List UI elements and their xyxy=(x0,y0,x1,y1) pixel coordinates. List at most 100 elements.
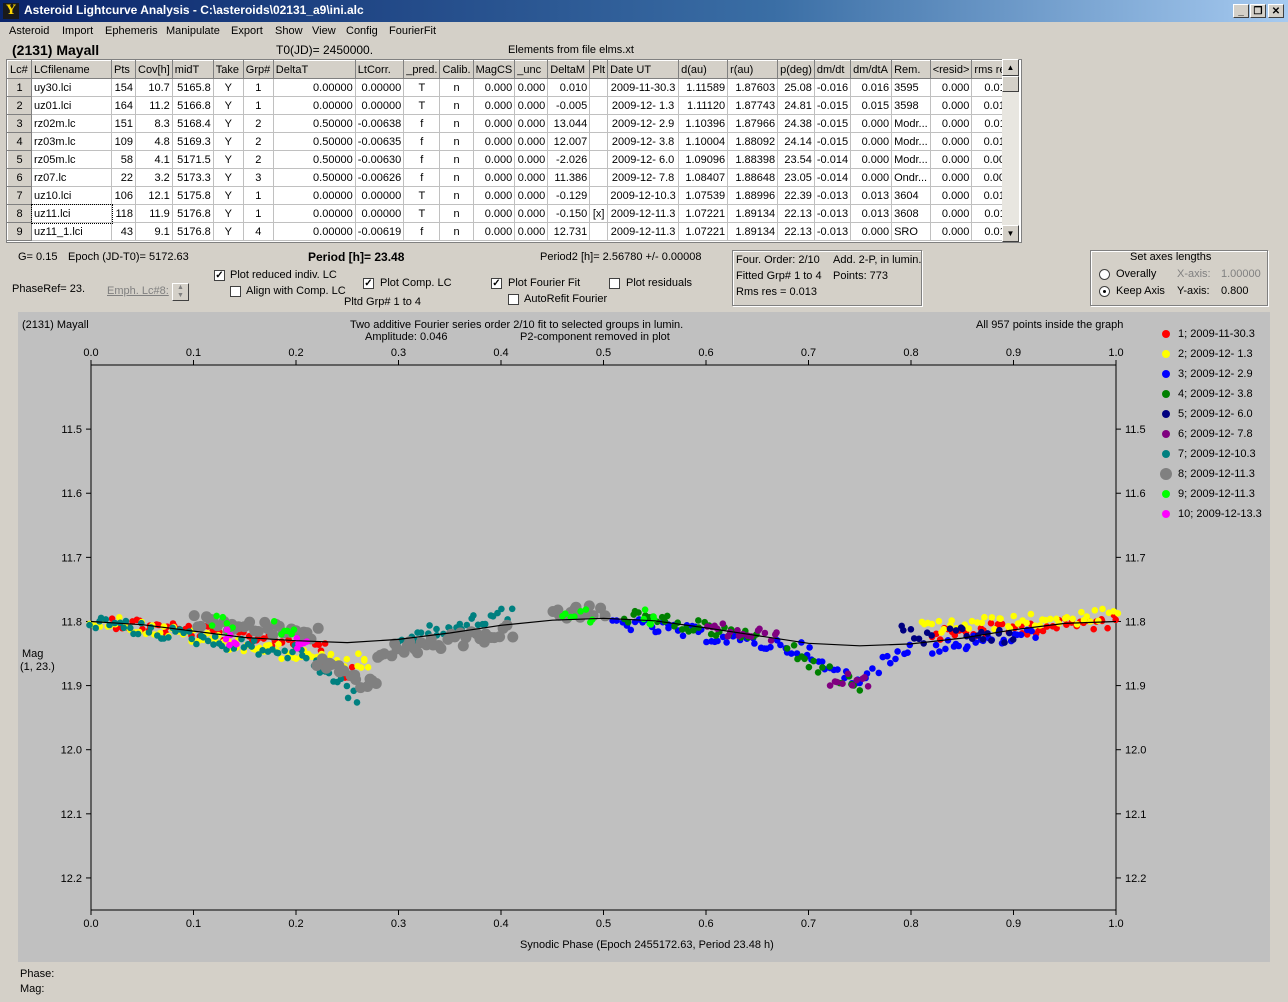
table-cell[interactable]: 0.000 xyxy=(473,96,516,115)
table-cell[interactable]: 5173.3 xyxy=(172,168,214,187)
table-cell[interactable]: 2 xyxy=(243,132,274,151)
table-cell[interactable] xyxy=(589,168,609,187)
table-cell[interactable]: 2009-12-11.3 xyxy=(607,222,680,241)
table-cell[interactable]: 10.7 xyxy=(135,78,173,97)
row-number[interactable]: 7 xyxy=(7,186,32,205)
table-cell[interactable]: -0.014 xyxy=(814,150,852,169)
table-cell[interactable]: f xyxy=(403,168,441,187)
table-cell[interactable]: SRO xyxy=(891,222,931,241)
table-cell[interactable]: n xyxy=(439,132,474,151)
table-cell[interactable]: -0.015 xyxy=(814,114,852,133)
table-cell[interactable]: T xyxy=(403,78,441,97)
table-cell[interactable]: Y xyxy=(213,132,244,151)
menu-ephemeris[interactable]: Ephemeris xyxy=(105,25,158,37)
table-row[interactable]: 9 uz11_1.lci 43 9.1 5176.8 Y 4 0.00000 -0.00619 f… xyxy=(7,222,1015,241)
table-cell[interactable]: 1.87966 xyxy=(727,114,779,133)
keep-axis-radio[interactable] xyxy=(1099,286,1110,297)
table-cell[interactable]: 23.54 xyxy=(777,150,815,169)
column-header[interactable]: LtCorr. xyxy=(354,60,405,79)
table-cell[interactable]: 1.88648 xyxy=(727,168,779,187)
table-cell[interactable]: 0.000 xyxy=(514,132,549,151)
table-cell[interactable]: 0.000 xyxy=(930,222,973,241)
table-cell[interactable]: 0.00000 xyxy=(355,78,405,97)
table-row[interactable]: 1 uy30.lci 154 10.7 5165.8 Y 1 0.00000 0.00000 Tn… xyxy=(7,78,1015,97)
table-cell[interactable]: 1.89134 xyxy=(727,222,779,241)
column-header[interactable]: Lc# xyxy=(7,60,32,79)
table-cell[interactable]: n xyxy=(439,204,474,223)
table-cell[interactable]: Modr... xyxy=(891,150,931,169)
table-cell[interactable]: n xyxy=(439,222,474,241)
column-header[interactable]: p(deg) xyxy=(777,60,815,79)
column-header[interactable]: d(au) xyxy=(678,60,729,79)
table-cell[interactable]: 0.00000 xyxy=(273,78,356,97)
table-cell[interactable]: 1.10396 xyxy=(678,114,729,133)
table-cell[interactable]: 1.08407 xyxy=(678,168,729,187)
table-cell[interactable]: 5171.5 xyxy=(172,150,214,169)
table-cell[interactable]: [x] xyxy=(589,204,609,223)
table-cell[interactable]: 1 xyxy=(243,96,274,115)
overally-radio[interactable] xyxy=(1099,269,1110,280)
table-cell[interactable]: 1.87603 xyxy=(727,78,779,97)
table-cell[interactable]: f xyxy=(403,132,441,151)
column-header[interactable]: Calib. xyxy=(439,60,474,79)
table-cell[interactable]: 0.00000 xyxy=(355,204,405,223)
column-header[interactable]: midT xyxy=(171,60,214,79)
column-header[interactable]: dm/dtA xyxy=(850,60,893,79)
table-cell[interactable]: Y xyxy=(213,204,244,223)
table-cell[interactable]: 151 xyxy=(111,114,136,133)
table-cell[interactable]: 0.000 xyxy=(473,204,516,223)
column-header[interactable]: Take xyxy=(212,60,244,79)
table-cell[interactable]: 0.50000 xyxy=(273,168,356,187)
table-cell[interactable]: 0.000 xyxy=(514,168,549,187)
table-cell[interactable]: n xyxy=(439,114,474,133)
row-number[interactable]: 6 xyxy=(7,168,32,187)
table-cell[interactable]: T xyxy=(403,186,441,205)
table-cell[interactable]: 0.000 xyxy=(514,150,549,169)
table-cell[interactable]: 0.000 xyxy=(514,78,549,97)
table-cell[interactable]: rz02m.lc xyxy=(31,114,112,133)
table-cell[interactable]: 22.13 xyxy=(777,204,815,223)
table-cell[interactable]: 2 xyxy=(243,114,274,133)
table-cell[interactable]: 4.8 xyxy=(135,132,173,151)
table-cell[interactable]: 8.3 xyxy=(135,114,173,133)
table-cell[interactable]: -0.00626 xyxy=(355,168,405,187)
menu-config[interactable]: Config xyxy=(346,25,378,37)
row-number[interactable]: 5 xyxy=(7,150,32,169)
table-cell[interactable]: 0.000 xyxy=(850,132,893,151)
table-cell[interactable] xyxy=(589,114,609,133)
table-scrollbar[interactable]: ▲ ▼ xyxy=(1002,59,1019,242)
table-cell[interactable]: 2009-12- 2.9 xyxy=(607,114,680,133)
table-cell[interactable]: 0.00000 xyxy=(355,96,405,115)
row-number[interactable]: 8 xyxy=(7,204,32,223)
table-cell[interactable]: 22 xyxy=(111,168,136,187)
table-cell[interactable]: rz05m.lc xyxy=(31,150,112,169)
table-cell[interactable]: -0.014 xyxy=(814,168,852,187)
table-cell[interactable]: 0.000 xyxy=(930,168,973,187)
table-cell[interactable]: 2009-12-11.3 xyxy=(607,204,680,223)
table-cell[interactable]: 0.000 xyxy=(930,150,973,169)
table-cell[interactable]: 0.50000 xyxy=(273,150,356,169)
column-header[interactable]: Rem. xyxy=(891,60,931,79)
menu-import[interactable]: Import xyxy=(62,25,93,37)
table-cell[interactable]: Modr... xyxy=(891,114,931,133)
table-cell[interactable]: 0.013 xyxy=(850,186,893,205)
column-header[interactable]: LCfilename xyxy=(31,60,112,79)
table-cell[interactable]: 2009-12- 6.0 xyxy=(607,150,680,169)
table-row[interactable]: 8 uz11.lci 118 11.9 5176.8 Y 1 0.00000 0.00000 Tn… xyxy=(7,203,1015,224)
table-cell[interactable]: 1.07221 xyxy=(678,222,729,241)
table-row[interactable]: 4 rz03m.lc 109 4.8 5169.3 Y 2 0.50000 -0.00635 f n… xyxy=(7,132,1015,151)
lightcurve-table[interactable]: Lc# LCfilename Pts Cov[h] midT Take Grp# DeltaT… xyxy=(6,59,1022,243)
table-cell[interactable]: 1.07221 xyxy=(678,204,729,223)
table-cell[interactable]: 58 xyxy=(111,150,136,169)
table-cell[interactable] xyxy=(589,78,609,97)
table-cell[interactable]: 154 xyxy=(111,78,136,97)
y-axis-value[interactable]: 0.800 xyxy=(1221,285,1249,297)
x-axis-value[interactable]: 1.00000 xyxy=(1221,268,1261,280)
menu-asteroid[interactable]: Asteroid xyxy=(9,25,49,37)
plot-comp-checkbox[interactable]: ✓ xyxy=(363,278,374,289)
table-cell[interactable]: 23.05 xyxy=(777,168,815,187)
table-cell[interactable] xyxy=(589,150,609,169)
column-header[interactable]: <resid> xyxy=(929,60,973,79)
table-cell[interactable]: Y xyxy=(213,186,244,205)
minimize-button[interactable]: _ xyxy=(1233,4,1249,18)
